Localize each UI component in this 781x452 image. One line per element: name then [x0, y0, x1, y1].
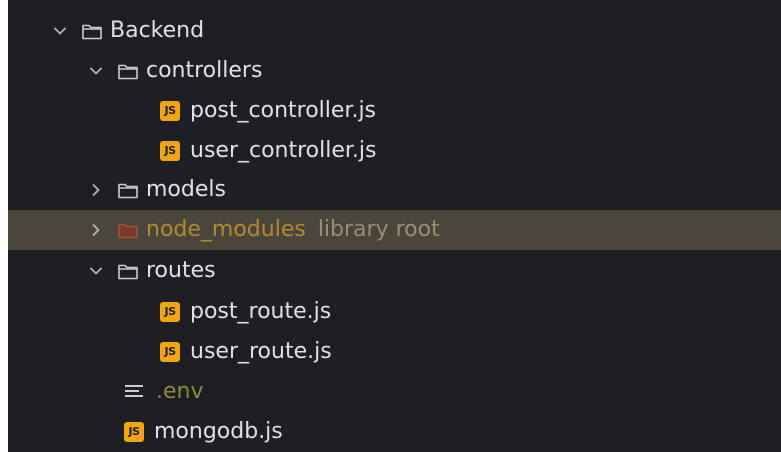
tree-item-label: user_route.js — [190, 339, 332, 364]
tree-row-user-controller-js[interactable]: JS user_controller.js — [8, 131, 781, 171]
tree-row-controllers[interactable]: controllers — [8, 51, 781, 91]
tree-row-mongodb-js[interactable]: JS mongodb.js — [8, 412, 781, 452]
js-file-icon: JS — [160, 101, 180, 121]
chevron-down-icon[interactable] — [88, 63, 104, 79]
tree-item-label: user_controller.js — [190, 138, 377, 163]
tree-item-label: post_controller.js — [190, 98, 377, 123]
tree-row-post-controller-js[interactable]: JS post_controller.js — [8, 91, 781, 131]
chevron-right-icon[interactable] — [88, 222, 104, 238]
tree-item-label: post_route.js — [190, 299, 332, 324]
js-file-icon: JS — [160, 342, 180, 362]
js-file-icon: JS — [124, 422, 144, 442]
folder-icon — [118, 221, 138, 239]
tree-item-label: Backend — [110, 18, 205, 43]
js-file-icon: JS — [160, 302, 180, 322]
tree-item-label: models — [146, 177, 226, 202]
tree-item-label: node_modules — [146, 217, 306, 242]
tree-row-user-route-js[interactable]: JS user_route.js — [8, 332, 781, 372]
tree-item-label: routes — [146, 258, 216, 283]
folder-icon — [118, 181, 138, 199]
tree-row-node-modules[interactable]: node_modules library root — [8, 210, 781, 250]
js-file-icon: JS — [160, 141, 180, 161]
tree-item-label: controllers — [146, 58, 263, 83]
tree-item-label: .env — [156, 379, 204, 404]
folder-icon — [118, 62, 138, 80]
library-root-hint: library root — [317, 217, 440, 242]
folder-icon — [118, 262, 138, 280]
project-tree-panel: Backend controllers JS post_controller.j… — [8, 0, 781, 452]
chevron-down-icon[interactable] — [88, 263, 104, 279]
tree-item-label: mongodb.js — [154, 419, 283, 444]
text-file-icon — [124, 383, 146, 401]
tree-row-env[interactable]: .env — [8, 372, 781, 412]
chevron-right-icon[interactable] — [88, 182, 104, 198]
folder-icon — [82, 22, 102, 40]
tree-row-post-route-js[interactable]: JS post_route.js — [8, 292, 781, 332]
tree-row-routes[interactable]: routes — [8, 251, 781, 291]
chevron-down-icon[interactable] — [52, 23, 68, 39]
tree-row-models[interactable]: models — [8, 170, 781, 210]
tree-row-backend[interactable]: Backend — [8, 11, 781, 51]
